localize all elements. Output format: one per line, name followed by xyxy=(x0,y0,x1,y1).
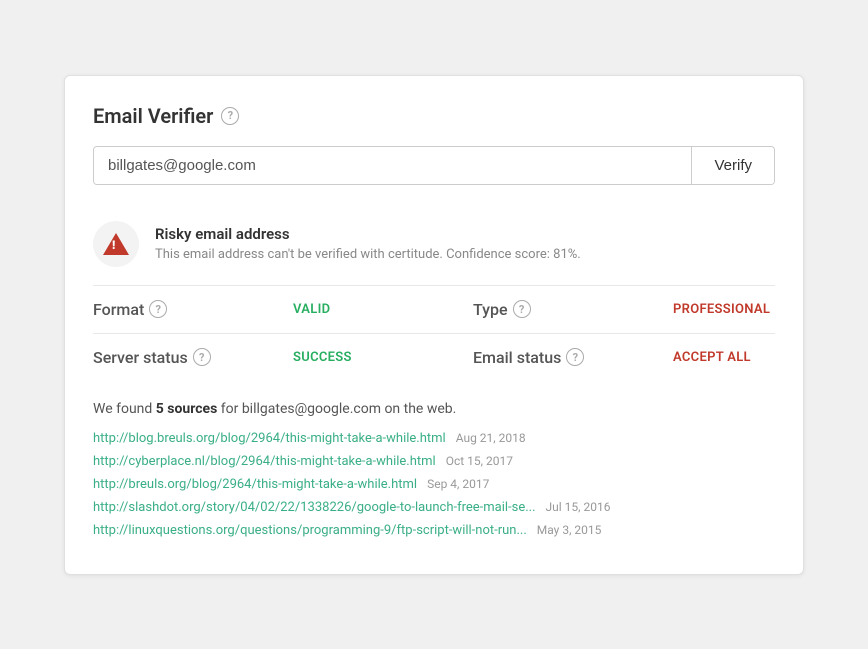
stats-grid: Format ? VALID Type ? PROFESSIONAL Serve… xyxy=(93,286,775,381)
format-label: Format ? xyxy=(93,300,293,319)
server-help-icon[interactable]: ? xyxy=(193,348,211,366)
alert-icon-circle xyxy=(93,221,139,267)
help-icon[interactable]: ? xyxy=(221,107,239,125)
type-value: PROFESSIONAL xyxy=(673,302,770,317)
source-item: http://cyberplace.nl/blog/2964/this-migh… xyxy=(93,454,775,469)
source-date: Oct 15, 2017 xyxy=(446,454,513,468)
source-link[interactable]: http://slashdot.org/story/04/02/22/13382… xyxy=(93,500,536,515)
alert-subtitle: This email address can't be verified wit… xyxy=(155,247,581,262)
stat-cell-format-label: Format ? VALID xyxy=(93,286,473,334)
email-verifier-card: Email Verifier ? Verify Risky email addr… xyxy=(64,75,804,575)
stat-cell-email-label: Email status ? ACCEPT ALL xyxy=(473,334,775,381)
source-date: Aug 21, 2018 xyxy=(456,431,526,445)
source-link[interactable]: http://breuls.org/blog/2964/this-might-t… xyxy=(93,477,417,492)
source-link[interactable]: http://linuxquestions.org/questions/prog… xyxy=(93,523,527,538)
sources-intro: We found 5 sources for billgates@google.… xyxy=(93,401,775,417)
type-label: Type ? xyxy=(473,300,673,319)
email-input[interactable] xyxy=(94,147,691,184)
type-help-icon[interactable]: ? xyxy=(513,300,531,318)
card-title-row: Email Verifier ? xyxy=(93,104,775,128)
alert-title: Risky email address xyxy=(155,225,581,243)
sources-list: http://blog.breuls.org/blog/2964/this-mi… xyxy=(93,431,775,538)
format-help-icon[interactable]: ? xyxy=(149,300,167,318)
stat-cell-type-label: Type ? PROFESSIONAL xyxy=(473,286,775,334)
format-value: VALID xyxy=(293,302,453,317)
source-date: Sep 4, 2017 xyxy=(427,477,489,491)
input-row: Verify xyxy=(93,146,775,185)
verify-button[interactable]: Verify xyxy=(691,147,774,184)
source-link[interactable]: http://blog.breuls.org/blog/2964/this-mi… xyxy=(93,431,446,446)
source-date: May 3, 2015 xyxy=(537,523,602,537)
card-title: Email Verifier xyxy=(93,104,213,128)
source-item: http://blog.breuls.org/blog/2964/this-mi… xyxy=(93,431,775,446)
sources-section: We found 5 sources for billgates@google.… xyxy=(93,381,775,538)
server-status-label: Server status ? xyxy=(93,348,293,367)
source-link[interactable]: http://cyberplace.nl/blog/2964/this-migh… xyxy=(93,454,436,469)
server-status-value: SUCCESS xyxy=(293,350,453,365)
alert-text-block: Risky email address This email address c… xyxy=(155,225,581,262)
sources-count: 5 sources xyxy=(156,401,218,417)
warning-icon xyxy=(103,233,129,255)
email-status-label: Email status ? xyxy=(473,348,673,367)
source-item: http://slashdot.org/story/04/02/22/13382… xyxy=(93,500,775,515)
alert-row: Risky email address This email address c… xyxy=(93,207,775,286)
email-status-value: ACCEPT ALL xyxy=(673,350,751,365)
email-status-help-icon[interactable]: ? xyxy=(566,348,584,366)
source-item: http://linuxquestions.org/questions/prog… xyxy=(93,523,775,538)
source-item: http://breuls.org/blog/2964/this-might-t… xyxy=(93,477,775,492)
stat-cell-server-label: Server status ? SUCCESS xyxy=(93,334,473,381)
source-date: Jul 15, 2016 xyxy=(546,500,611,514)
